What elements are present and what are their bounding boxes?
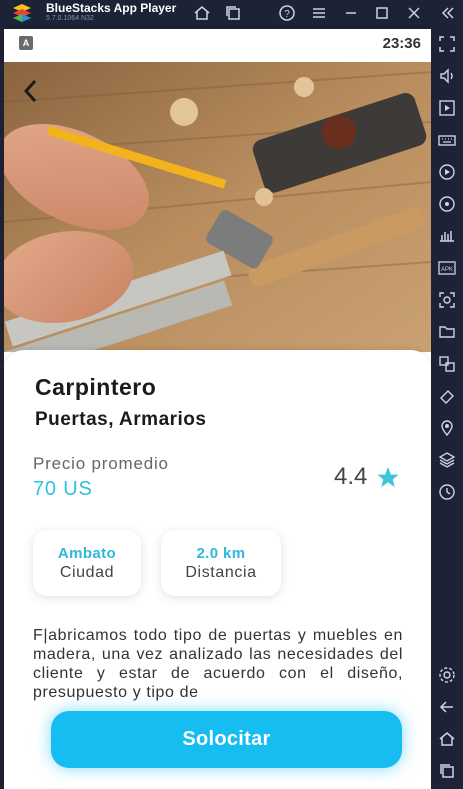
home-nav-icon[interactable] <box>437 729 457 749</box>
price-label: Precio promedio <box>33 454 169 473</box>
clock-icon[interactable] <box>437 482 457 502</box>
media-icon[interactable] <box>437 98 457 118</box>
collapse-sidebar-icon[interactable] <box>437 3 457 23</box>
help-icon[interactable]: ? <box>277 3 297 23</box>
status-bar: A 23:36 <box>4 29 431 62</box>
home-icon[interactable] <box>192 3 212 23</box>
carpentry-hero-image <box>4 62 431 352</box>
service-subtitle: Puertas, Armarios <box>35 409 207 430</box>
city-chip: Ambato Ciudad <box>33 530 141 596</box>
back-nav-icon[interactable] <box>437 697 457 717</box>
status-time: 23:36 <box>382 35 421 52</box>
price-value: 70 US <box>33 478 93 500</box>
city-value: Ambato <box>57 545 117 562</box>
resize-icon[interactable] <box>437 354 457 374</box>
distance-label: Distancia <box>185 564 257 581</box>
notification-badge: A <box>19 36 33 50</box>
bluestacks-logo-icon <box>13 4 31 22</box>
star-icon <box>377 466 399 488</box>
city-label: Ciudad <box>59 564 115 581</box>
maximize-icon[interactable] <box>372 3 392 23</box>
rating-value: 4.4 <box>334 463 368 490</box>
distance-value: 2.0 km <box>196 545 246 562</box>
window-title: BlueStacks App Player <box>46 1 177 15</box>
service-description: F|abricamos todo tipo de puertas y muebl… <box>33 627 403 701</box>
settings-icon[interactable] <box>437 665 457 685</box>
eraser-icon[interactable] <box>437 386 457 406</box>
apk-icon[interactable]: APK <box>437 258 457 278</box>
folder-icon[interactable] <box>437 322 457 342</box>
record-icon[interactable] <box>437 162 457 182</box>
rotate-icon[interactable] <box>437 194 457 214</box>
android-screen: A 23:36 Carpintero Puertas, Armarios Pre… <box>4 29 431 789</box>
recent-apps-icon[interactable] <box>437 761 457 781</box>
svg-text:APK: APK <box>441 267 453 273</box>
fullscreen-icon[interactable] <box>437 34 457 54</box>
minimize-icon[interactable] <box>341 3 361 23</box>
window-titlebar: BlueStacks App Player 5.7.0.1064 N32 ? <box>0 0 463 25</box>
location-icon[interactable] <box>437 418 457 438</box>
svg-text:?: ? <box>284 9 290 20</box>
menu-icon[interactable] <box>309 3 329 23</box>
volume-icon[interactable] <box>437 66 457 86</box>
multi-instance-icon[interactable] <box>223 3 243 23</box>
emulator-sidebar: APK <box>431 25 463 789</box>
request-button[interactable]: Solocitar <box>51 711 402 768</box>
layers-icon[interactable] <box>437 450 457 470</box>
window-version: 5.7.0.1064 N32 <box>46 15 94 22</box>
service-title: Carpintero <box>35 374 157 400</box>
keyboard-icon[interactable] <box>437 130 457 150</box>
performance-icon[interactable] <box>437 226 457 246</box>
distance-chip: 2.0 km Distancia <box>161 530 281 596</box>
back-arrow-icon[interactable] <box>20 77 42 105</box>
close-icon[interactable] <box>404 3 424 23</box>
screenshot-icon[interactable] <box>437 290 457 310</box>
